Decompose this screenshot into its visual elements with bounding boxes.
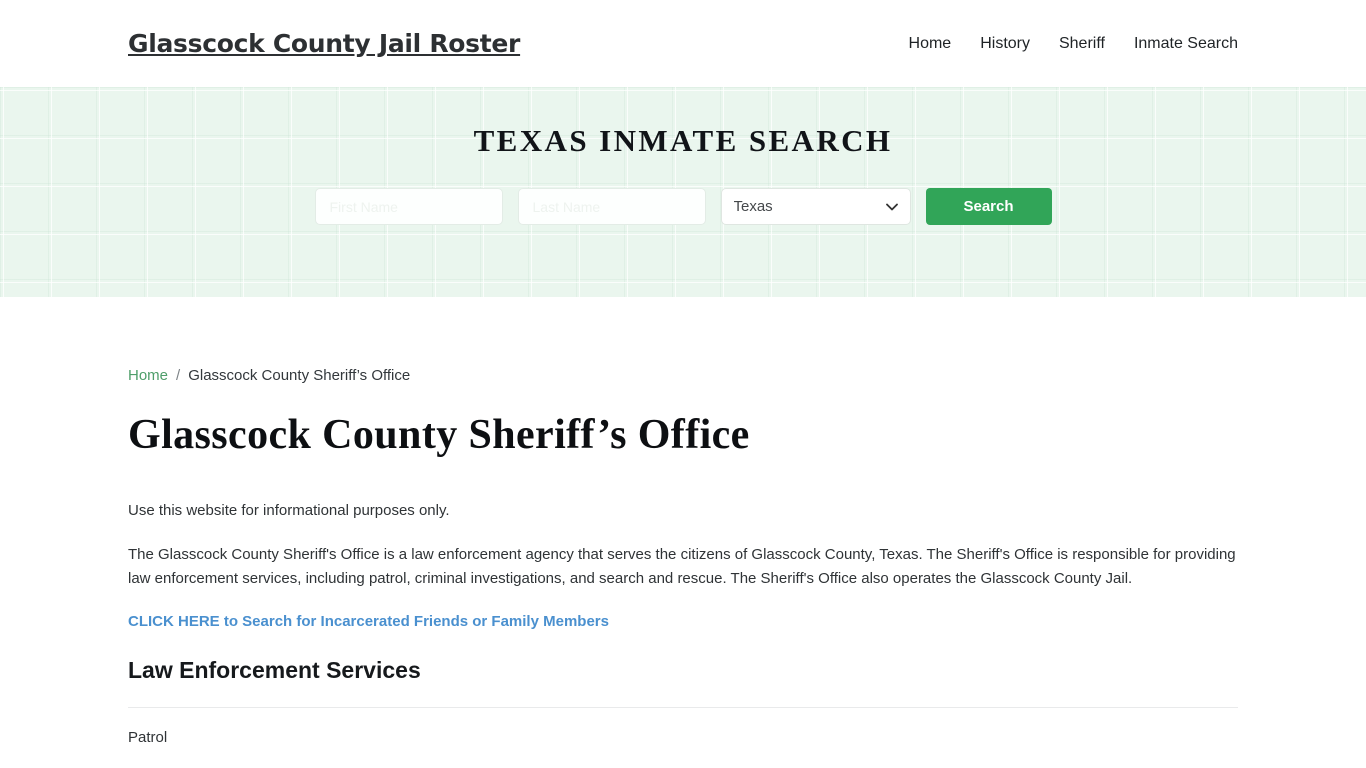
nav-item-sheriff[interactable]: Sheriff [1059, 35, 1105, 53]
state-select[interactable]: Texas [720, 188, 911, 225]
search-button[interactable]: Search [925, 188, 1052, 225]
breadcrumb-separator: / [176, 367, 181, 384]
section-divider [128, 707, 1238, 709]
last-name-input[interactable] [517, 188, 706, 225]
section-heading-law-enforcement-services: Law Enforcement Services [128, 657, 421, 684]
nav-item-history[interactable]: History [980, 35, 1030, 53]
inmate-search-hero: TEXAS INMATE SEARCH Texas Search [0, 87, 1366, 297]
state-select-wrapper: Texas [720, 188, 911, 225]
inmate-search-cta-link[interactable]: CLICK HERE to Search for Incarcerated Fr… [128, 613, 609, 630]
page-title: Glasscock County Sheriff’s Office [128, 412, 750, 458]
subsection-label-patrol: Patrol [128, 729, 168, 747]
hero-title: TEXAS INMATE SEARCH [473, 123, 893, 158]
first-name-input[interactable] [314, 188, 503, 225]
nav-item-home[interactable]: Home [909, 35, 952, 53]
site-logo[interactable]: Glasscock County Jail Roster [128, 29, 520, 58]
main-content: Home / Glasscock County Sheriff’s Office… [0, 367, 1366, 768]
breadcrumb: Home / Glasscock County Sheriff’s Office [128, 367, 1238, 384]
main-navigation: Home History Sheriff Inmate Search [909, 35, 1238, 53]
breadcrumb-home-link[interactable]: Home [128, 367, 168, 384]
site-header: Glasscock County Jail Roster Home Histor… [0, 0, 1366, 87]
nav-item-inmate-search[interactable]: Inmate Search [1134, 35, 1238, 53]
breadcrumb-current: Glasscock County Sheriff’s Office [188, 367, 411, 384]
inmate-search-form: Texas Search [314, 188, 1052, 225]
disclaimer-text: Use this website for informational purpo… [128, 502, 450, 519]
intro-paragraph: The Glasscock County Sheriff's Office is… [128, 545, 1236, 587]
